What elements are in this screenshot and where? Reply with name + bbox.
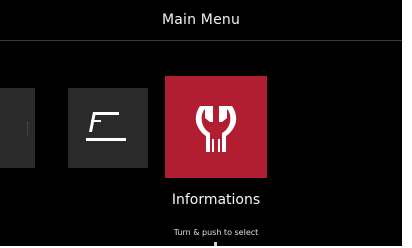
hint-caret-icon (214, 242, 217, 246)
main-menu-screen: Main Menu Informations Turn & push to se… (0, 0, 402, 246)
selected-item-label: Informations (171, 192, 261, 208)
welding-torch-icon (86, 112, 126, 141)
page-title: Main Menu (161, 12, 241, 28)
menu-item-informations[interactable] (165, 76, 267, 178)
wrench-icon (195, 106, 237, 152)
partial-icon (27, 122, 31, 136)
menu-item-welding[interactable] (68, 88, 148, 168)
header-bar: Main Menu (0, 0, 402, 41)
navigation-hint: Turn & push to select (173, 228, 259, 237)
menu-item-partial[interactable] (0, 88, 35, 168)
